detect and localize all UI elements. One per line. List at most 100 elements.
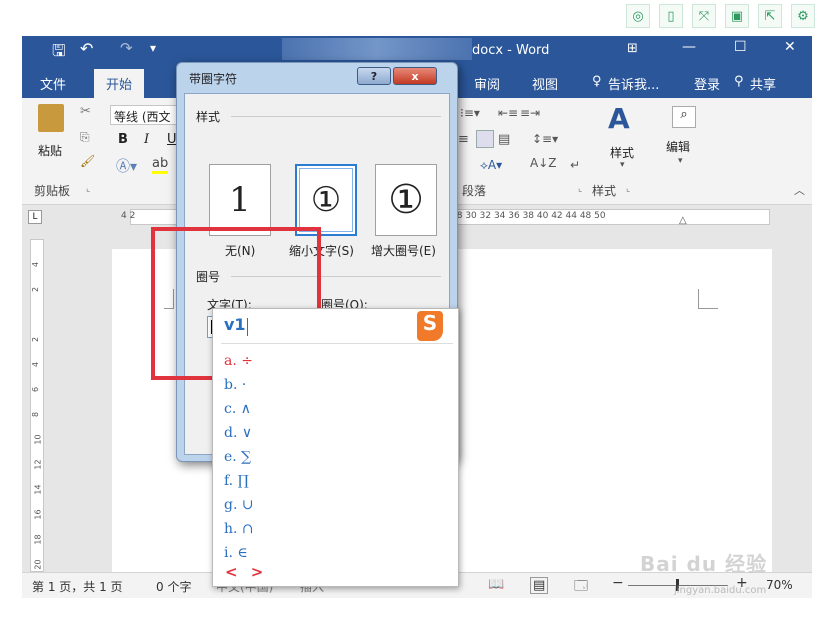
word-count[interactable]: 0 个字 bbox=[156, 578, 191, 595]
shading-icon[interactable]: ⟡A▾ bbox=[480, 158, 502, 173]
candidate-f[interactable]: f. ∏ bbox=[224, 473, 249, 489]
qat-more-icon[interactable]: ▾ bbox=[150, 41, 156, 55]
justify-icon[interactable] bbox=[476, 130, 494, 148]
settings-icon[interactable]: ⚙ bbox=[791, 4, 815, 28]
target-icon[interactable]: ◎ bbox=[626, 4, 650, 28]
tell-me-box[interactable]: 告诉我... bbox=[608, 74, 659, 93]
vertical-ruler-mark: 18 bbox=[33, 534, 43, 545]
share-button[interactable]: 共享 bbox=[750, 74, 776, 93]
candidate-g[interactable]: g. ∪ bbox=[224, 497, 254, 513]
minimize-icon[interactable]: — bbox=[682, 39, 696, 55]
undo-icon[interactable]: ↶ bbox=[80, 39, 93, 58]
vertical-ruler-mark: 10 bbox=[33, 434, 43, 445]
blurred-filename bbox=[282, 38, 472, 60]
copy-icon[interactable]: ⎘ bbox=[80, 130, 90, 145]
decrease-indent-icon[interactable]: ⇤≡ bbox=[498, 106, 518, 120]
vertical-ruler-mark: 4 bbox=[31, 361, 41, 368]
vertical-ruler-mark: 20 bbox=[33, 559, 43, 570]
format-painter-icon[interactable]: 🖌 bbox=[80, 154, 95, 168]
tab-file[interactable]: 文件 bbox=[40, 74, 66, 93]
ime-caret bbox=[247, 318, 248, 336]
share-icon[interactable]: ⇱ bbox=[758, 4, 782, 28]
zoom-level[interactable]: 70% bbox=[766, 578, 793, 592]
increase-indent-icon[interactable]: ≡⇥ bbox=[520, 106, 540, 120]
right-indent-marker[interactable]: △ bbox=[679, 215, 687, 226]
tab-review[interactable]: 审阅 bbox=[474, 74, 500, 93]
dialog-launcher-icon[interactable]: ⌞ bbox=[626, 184, 630, 194]
align-right-icon[interactable]: ≡ bbox=[458, 132, 469, 147]
copy-icon[interactable]: ▯ bbox=[659, 4, 683, 28]
candidate-h[interactable]: h. ∩ bbox=[224, 521, 254, 537]
collapse-ribbon-icon[interactable]: ︿ bbox=[794, 182, 805, 198]
tab-home[interactable]: 开始 bbox=[94, 69, 145, 98]
italic-button[interactable]: I bbox=[144, 132, 149, 147]
highlight-icon[interactable]: ab bbox=[152, 156, 169, 174]
expand-icon[interactable]: ⤧ bbox=[692, 4, 716, 28]
zoom-out-icon[interactable]: − bbox=[612, 575, 624, 591]
ruler-numbers: 28 30 32 34 36 38 40 42 44 48 50 bbox=[451, 211, 606, 221]
candidate-a[interactable]: a. ÷ bbox=[224, 353, 253, 369]
read-mode-icon[interactable]: 📖 bbox=[488, 577, 504, 592]
distributed-icon[interactable]: ▤ bbox=[498, 132, 510, 147]
sort-icon[interactable]: A↓Z bbox=[530, 156, 556, 170]
vertical-ruler-mark: 2 bbox=[31, 286, 41, 293]
lightbulb-icon: ♀ bbox=[592, 74, 602, 89]
vertical-ruler-mark: 12 bbox=[33, 459, 43, 470]
multilevel-list-icon[interactable]: ⁝≡▾ bbox=[460, 106, 480, 120]
style-shrink-option[interactable]: ① bbox=[295, 164, 357, 236]
save-icon[interactable]: ▣ bbox=[725, 4, 749, 28]
ruler-left-numbers: 4 2 bbox=[121, 211, 136, 221]
candidate-b[interactable]: b. · bbox=[224, 377, 246, 393]
close-button[interactable]: x bbox=[393, 67, 437, 85]
line-spacing-icon[interactable]: ↕≡▾ bbox=[532, 132, 558, 146]
web-layout-icon[interactable]: 🗔 bbox=[574, 577, 588, 599]
maximize-icon[interactable]: ☐ bbox=[734, 39, 747, 55]
paste-button[interactable]: 粘贴 bbox=[38, 142, 62, 159]
print-layout-icon[interactable]: ▤ bbox=[530, 577, 549, 594]
font-name-box[interactable]: 等线 (西文 bbox=[110, 105, 182, 125]
style-enlarge-option[interactable]: ① bbox=[375, 164, 437, 236]
vertical-ruler-mark: 14 bbox=[33, 484, 43, 495]
close-icon[interactable]: ✕ bbox=[784, 39, 796, 55]
login-link[interactable]: 登录 bbox=[694, 74, 720, 93]
redo-icon[interactable]: ↷ bbox=[120, 39, 133, 57]
ime-input-text: v1 bbox=[224, 315, 246, 334]
tab-selector[interactable]: L bbox=[28, 210, 42, 224]
margin-corner-mark bbox=[698, 289, 718, 309]
paste-icon[interactable] bbox=[38, 104, 64, 132]
ribbon-display-icon[interactable]: ⊞ bbox=[627, 41, 638, 56]
cut-icon[interactable]: ✂ bbox=[80, 104, 91, 119]
watermark-url: jingyan.baidu.com bbox=[674, 585, 767, 596]
save-icon[interactable]: 🖫 bbox=[52, 40, 66, 67]
editing-button[interactable]: 编辑 bbox=[666, 138, 690, 155]
help-button[interactable]: ? bbox=[357, 67, 391, 85]
text-effects-icon[interactable]: Ⓐ▾ bbox=[116, 156, 137, 176]
page-count[interactable]: 第 1 页，共 1 页 bbox=[32, 578, 123, 595]
divider bbox=[231, 116, 441, 117]
dialog-launcher-icon[interactable]: ⌞ bbox=[86, 184, 90, 194]
candidate-d[interactable]: d. ∨ bbox=[224, 425, 252, 441]
candidate-e[interactable]: e. ∑ bbox=[224, 449, 251, 465]
styles-button[interactable]: 样式 bbox=[610, 144, 634, 161]
paragraph-group-label: 段落 bbox=[462, 184, 487, 198]
tab-view[interactable]: 视图 bbox=[532, 74, 558, 93]
bold-button[interactable]: B bbox=[118, 132, 128, 147]
style-none-option[interactable]: 1 bbox=[209, 164, 271, 236]
candidate-c[interactable]: c. ∧ bbox=[224, 401, 251, 417]
vertical-ruler-mark: 8 bbox=[31, 411, 41, 418]
screenshot: ◎ ▯ ⤧ ▣ ⇱ ⚙ 🖫 ↶ ↷ ▾ docx - Word ⊞ — ☐ ✕ … bbox=[0, 0, 835, 621]
page-nav-arrows[interactable]: < > bbox=[225, 563, 267, 581]
chevron-down-icon: ▾ bbox=[620, 160, 625, 170]
styles-icon[interactable]: A bbox=[608, 102, 630, 135]
show-marks-icon[interactable]: ↵ bbox=[570, 158, 580, 172]
vertical-ruler-mark: 4 bbox=[31, 261, 41, 268]
clipboard-group-label: 剪贴板 bbox=[34, 184, 71, 198]
search-icon[interactable]: ⌕ bbox=[672, 106, 696, 128]
divider bbox=[221, 343, 453, 344]
dialog-title: 带圈字符 bbox=[189, 72, 238, 86]
person-icon: ⚲ bbox=[734, 74, 744, 89]
style-enlarge-label: 增大圈号(E) bbox=[371, 244, 436, 258]
chevron-down-icon: ▾ bbox=[678, 156, 683, 166]
dialog-launcher-icon[interactable]: ⌞ bbox=[578, 184, 582, 194]
candidate-i[interactable]: i. ∈ bbox=[224, 545, 248, 561]
